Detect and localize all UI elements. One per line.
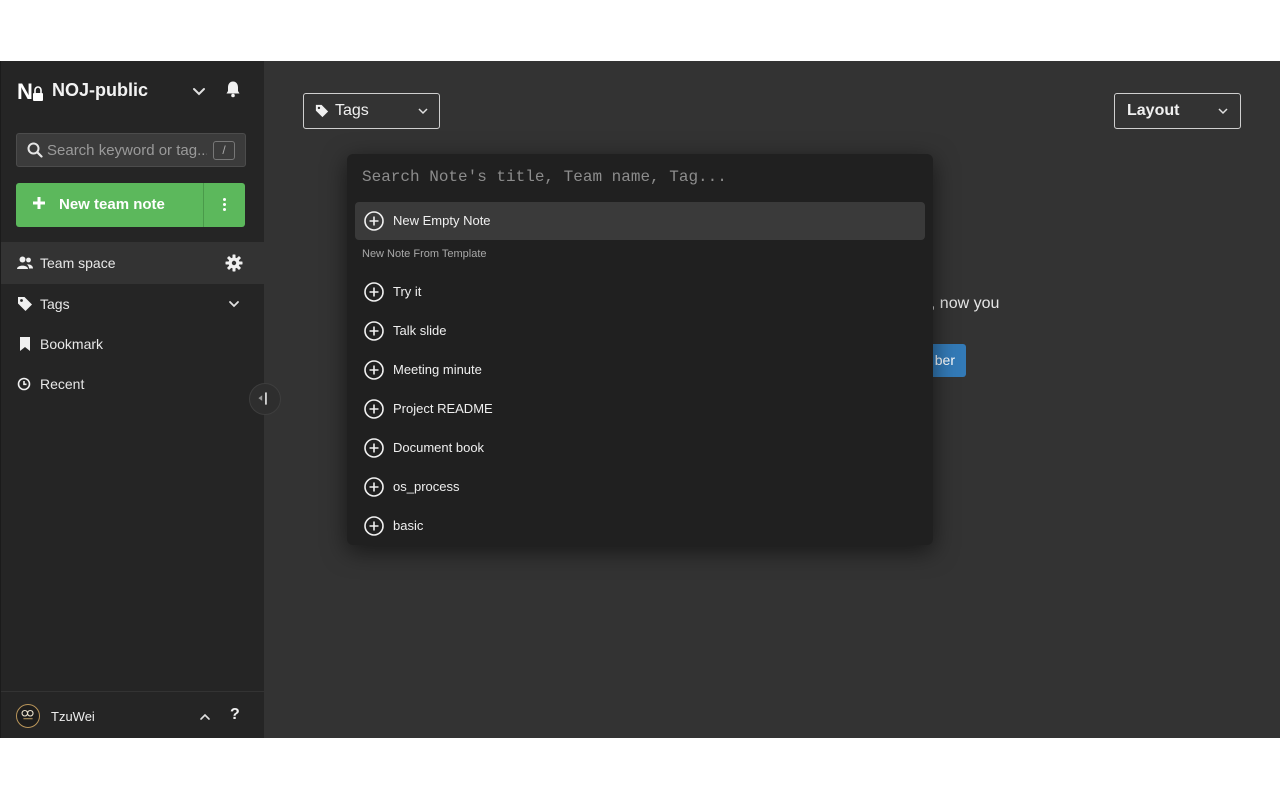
new-team-note-label: New team note xyxy=(59,196,165,213)
chevron-down-icon[interactable] xyxy=(225,295,243,313)
plus-circle-icon xyxy=(364,477,384,497)
search-icon xyxy=(27,142,43,158)
palette-item-label: Try it xyxy=(393,284,422,299)
more-dot xyxy=(223,203,226,206)
more-dot xyxy=(223,208,226,211)
sidebar-item-label: Recent xyxy=(40,376,85,392)
new-note-palette: New Empty Note New Note From Template Tr… xyxy=(347,154,933,545)
team-name: NOJ-public xyxy=(52,80,149,100)
avatar[interactable] xyxy=(16,704,40,728)
plus-circle-icon xyxy=(364,360,384,380)
chevron-up-icon[interactable] xyxy=(198,710,212,724)
chevron-down-icon[interactable] xyxy=(191,83,207,99)
sidebar-item-recent[interactable]: Recent xyxy=(1,363,264,405)
palette-template-item[interactable]: Project README xyxy=(355,390,925,428)
palette-template-item[interactable]: os_process xyxy=(355,468,925,506)
plus-circle-icon xyxy=(364,321,384,341)
help-icon[interactable]: ? xyxy=(230,706,240,724)
new-team-note-button[interactable]: New team note xyxy=(16,183,203,227)
sidebar: N NOJ-public / xyxy=(0,61,265,738)
bell-icon[interactable] xyxy=(224,80,242,98)
plus-circle-icon xyxy=(364,516,384,536)
sidebar-item-bookmark[interactable]: Bookmark xyxy=(1,323,264,365)
tags-dropdown-label: Tags xyxy=(335,102,369,119)
avatar-image-icon xyxy=(21,709,34,720)
palette-search-input[interactable] xyxy=(355,162,925,192)
plus-icon xyxy=(33,197,45,209)
sidebar-item-tags[interactable]: Tags xyxy=(1,283,264,325)
palette-section-label: New Note From Template xyxy=(362,248,487,260)
sidebar-item-label: Tags xyxy=(40,296,70,312)
palette-template-item[interactable]: Try it xyxy=(355,273,925,311)
clock-icon xyxy=(17,377,31,391)
sidebar-item-label: Team space xyxy=(40,255,116,271)
palette-template-item[interactable]: Meeting minute xyxy=(355,351,925,389)
plus-circle-icon xyxy=(364,399,384,419)
palette-template-item[interactable]: Talk slide xyxy=(355,312,925,350)
palette-template-item[interactable]: Document book xyxy=(355,429,925,467)
sidebar-search[interactable]: / xyxy=(16,133,246,167)
team-logo-icon: N xyxy=(17,79,43,104)
tags-dropdown[interactable]: Tags xyxy=(303,93,440,129)
plus-circle-icon xyxy=(364,211,384,231)
svg-text:N: N xyxy=(17,79,33,104)
more-dot xyxy=(223,198,226,201)
empty-state-button-label: ber xyxy=(934,352,955,368)
team-header[interactable]: N NOJ-public xyxy=(1,61,265,121)
layout-dropdown-label: Layout xyxy=(1127,102,1180,119)
search-shortcut-key: / xyxy=(213,141,235,160)
palette-item-label: Project README xyxy=(393,401,493,416)
new-team-note-button-group: New team note xyxy=(16,183,245,227)
palette-template-item[interactable]: basic xyxy=(355,507,925,545)
palette-item-label: Document book xyxy=(393,440,485,455)
palette-item-label: basic xyxy=(393,518,424,533)
sidebar-item-label: Bookmark xyxy=(40,336,104,352)
palette-item-label: New Empty Note xyxy=(393,213,491,228)
chevron-down-icon xyxy=(418,108,428,115)
bookmark-icon xyxy=(20,337,30,351)
sidebar-item-team-space[interactable]: Team space xyxy=(1,242,264,284)
layout-dropdown[interactable]: Layout xyxy=(1114,93,1241,129)
chevron-down-icon xyxy=(1218,108,1228,115)
app-window: N NOJ-public / xyxy=(0,61,1280,738)
tag-icon xyxy=(315,104,329,118)
users-icon xyxy=(17,256,33,269)
palette-item-label: Talk slide xyxy=(393,323,447,338)
palette-item-label: Meeting minute xyxy=(393,362,482,377)
more-options-button[interactable] xyxy=(204,183,245,227)
tag-icon xyxy=(18,297,32,311)
plus-circle-icon xyxy=(364,282,384,302)
user-bar: TzuWei ? xyxy=(1,691,265,738)
plus-circle-icon xyxy=(364,438,384,458)
palette-item-new-empty-note[interactable]: New Empty Note xyxy=(355,202,925,240)
gear-icon[interactable] xyxy=(225,254,243,272)
user-name: TzuWei xyxy=(51,709,95,724)
sidebar-search-input[interactable] xyxy=(47,134,207,166)
palette-item-label: os_process xyxy=(393,479,460,494)
